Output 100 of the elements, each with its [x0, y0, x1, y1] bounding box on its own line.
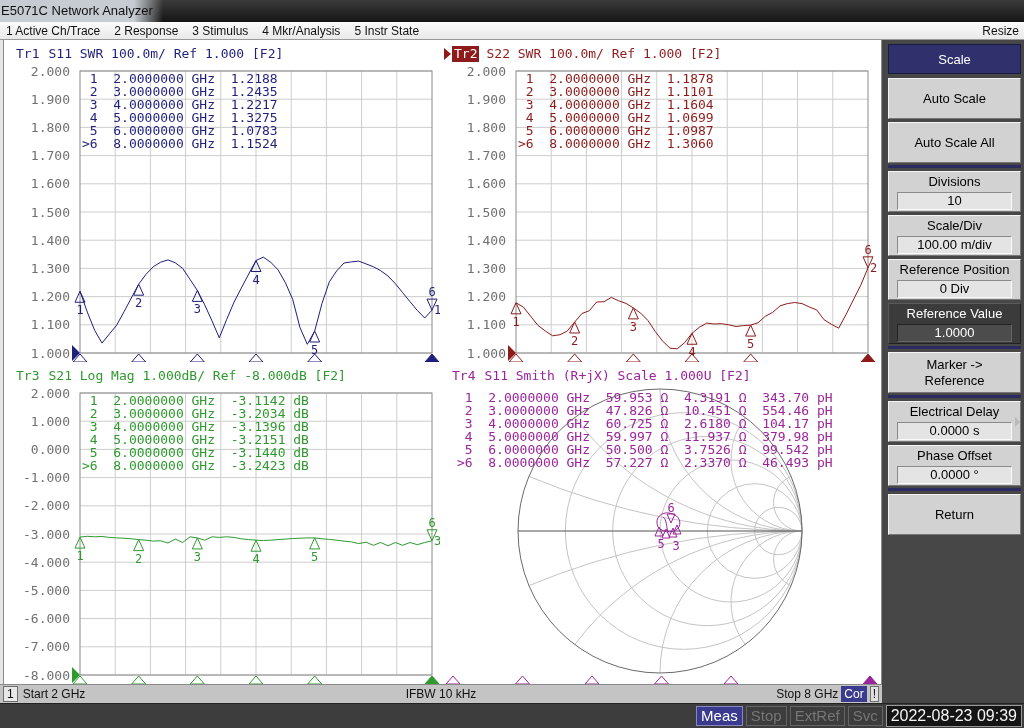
marker-label: 1 [512, 314, 520, 329]
softkey-menu-title: Scale [888, 44, 1021, 74]
marker-frequency: 5.0000000 GHz [113, 111, 216, 124]
marker-value: 1.2188 [230, 72, 278, 85]
marker-value: 343.70 pH [762, 391, 833, 404]
marker-frequency: 8.0000000 GHz [549, 137, 652, 150]
marker-number: 4 [463, 430, 473, 443]
date-time: 2022-08-23 09:39 [885, 705, 1022, 727]
marker-label: 2 [135, 551, 143, 566]
y-tick-label: 1.500 [30, 204, 70, 220]
status-indicator: Meas [696, 706, 743, 726]
menu-item[interactable]: 4 Mkr/Analysis [262, 23, 341, 38]
marker-value: 10.451 Ω [683, 404, 747, 417]
menu-item[interactable]: 1 Active Ch/Trace [6, 23, 101, 38]
softkey-button[interactable]: Marker -> Reference [888, 352, 1021, 393]
y-tick-label: 1.100 [466, 317, 506, 333]
marker-value: 1.2217 [230, 98, 278, 111]
softkey-value-field[interactable]: 0 Div [897, 280, 1012, 298]
y-tick-label: 1.600 [466, 176, 506, 192]
softkey-button[interactable]: Phase Offset 0.0000 ° [888, 445, 1021, 486]
marker-number: 5 [88, 446, 98, 459]
marker-number: 3 [463, 417, 473, 430]
softkey-button[interactable]: Return [888, 494, 1021, 535]
softkey-button[interactable]: Scale/Div 100.00 m/div [888, 215, 1021, 256]
marker-value: -3.2034 dB [230, 407, 309, 420]
y-tick-label: -2.000 [23, 498, 70, 514]
marker-number: 5 [524, 124, 534, 137]
y-tick-label: 1.500 [466, 204, 506, 220]
trace-header: S11 Smith (R+jX) Scale 1.000U [F2] [484, 368, 751, 384]
status-indicator: ExtRef [789, 706, 845, 726]
marker-label: 6 [428, 285, 436, 300]
marker-value: 2.6180 Ω [683, 417, 747, 430]
marker-value: 1.2435 [230, 85, 278, 98]
softkey-button[interactable]: Reference Value 1.0000 [888, 303, 1021, 344]
marker-value: 4.3191 Ω [683, 391, 747, 404]
marker-frequency: 8.0000000 GHz [488, 456, 591, 469]
reference-level-icon [72, 345, 80, 361]
marker-frequency: 2.0000000 GHz [488, 391, 591, 404]
marker-frequency: 5.0000000 GHz [113, 433, 216, 446]
marker-number: >6 [82, 459, 98, 472]
marker-frequency: 4.0000000 GHz [113, 98, 216, 111]
warning-indicator: ! [869, 686, 879, 702]
menu-item[interactable]: 5 Instr State [354, 23, 420, 38]
marker-number: 3 [88, 420, 98, 433]
if-bandwidth: IFBW 10 kHz [405, 687, 477, 701]
marker-frequency: 4.0000000 GHz [488, 417, 591, 430]
trace-tag[interactable]: Tr3 [14, 368, 42, 384]
resize-menu-item[interactable]: Resize [982, 23, 1019, 38]
menu-item[interactable]: 3 Stimulus [192, 23, 249, 38]
marker-frequency: 6.0000000 GHz [113, 124, 216, 137]
marker-label: 6 [667, 501, 675, 515]
menu-item[interactable]: 2 Response [114, 23, 179, 38]
marker-label: 5 [311, 343, 319, 357]
softkey-button[interactable]: Electrical Delay 0.0000 s [888, 401, 1021, 442]
marker-label: 3 [193, 302, 201, 317]
marker-number: 3 [524, 98, 534, 111]
softkey-button[interactable]: Divisions 10 [888, 171, 1021, 212]
marker-label: 4 [688, 345, 696, 360]
marker-value: 104.17 pH [762, 417, 833, 430]
marker-value: -3.1142 dB [230, 394, 309, 407]
y-tick-label: 1.200 [30, 289, 70, 305]
marker-label: 2 [571, 334, 579, 348]
channel-number[interactable]: 1 [3, 686, 18, 702]
marker-label: 2 [135, 296, 143, 311]
softkey-button[interactable]: Auto Scale [888, 78, 1021, 119]
y-tick-label: -3.000 [23, 526, 70, 542]
marker-label: 3 [193, 549, 201, 564]
status-indicator: Svc [847, 706, 883, 726]
trace-tag[interactable]: Tr1 [14, 46, 42, 62]
marker-number: 2 [463, 404, 473, 417]
y-tick-label: 1.600 [30, 176, 70, 192]
marker-number: 5 [463, 443, 473, 456]
softkey-value-field[interactable]: 0.0000 s [897, 422, 1012, 440]
marker-label: 5 [657, 537, 665, 551]
marker-value: 1.1878 [666, 72, 714, 85]
y-tick-label: 1.800 [466, 119, 506, 135]
marker-number: 4 [524, 111, 534, 124]
softkey-button[interactable]: Reference Position 0 Div [888, 259, 1021, 300]
softkey-value-field[interactable]: 100.00 m/div [897, 236, 1012, 254]
y-tick-label: 1.000 [466, 345, 506, 361]
softkey-value-field[interactable]: 10 [897, 192, 1012, 210]
marker-number: 5 [88, 124, 98, 137]
softkey-value-field[interactable]: 1.0000 [897, 324, 1012, 342]
marker-number: >6 [518, 137, 534, 150]
marker-number: 4 [88, 433, 98, 446]
trace-tag[interactable]: Tr4 [450, 368, 478, 384]
marker-frequency: 8.0000000 GHz [113, 459, 216, 472]
y-tick-label: 2.000 [30, 386, 70, 401]
y-tick-label: -1.000 [23, 470, 70, 486]
softkey-button[interactable]: Auto Scale All [888, 122, 1021, 163]
y-tick-label: 1.700 [466, 148, 506, 164]
y-tick-label: 1.100 [30, 317, 70, 333]
softkey-value-field[interactable]: 0.0000 ° [897, 466, 1012, 484]
marker-number: 1 [88, 72, 98, 85]
marker-value: 99.542 pH [762, 443, 833, 456]
marker-value: 59.953 Ω [605, 391, 669, 404]
stop-frequency: Stop 8 GHz [776, 687, 839, 701]
reference-level-icon [508, 345, 516, 361]
marker-value: 57.227 Ω [605, 456, 669, 469]
trace-header: S21 Log Mag 1.000dB/ Ref -8.000dB [F2] [48, 368, 346, 384]
